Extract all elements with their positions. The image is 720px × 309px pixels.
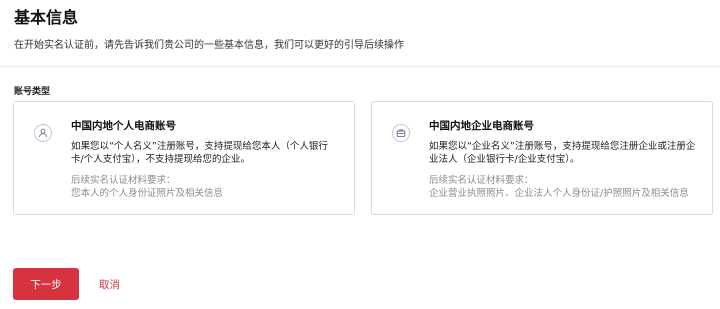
requirements-text: 您本人的个人身份证照片及相关信息 xyxy=(71,188,224,199)
account-type-label: 账号类型 xyxy=(14,87,51,97)
briefcase-icon xyxy=(392,124,410,142)
page-subtitle: 在开始实名认证前，请先告诉我们贵公司的一些基本信息，我们可以更好的引导后续操作 xyxy=(14,40,404,51)
requirements-text: 企业营业执照照片、企业法人个人身份证/护照照片及相关信息 xyxy=(429,188,689,199)
requirements-title: 后续实名认证材料要求： xyxy=(429,175,534,186)
personal-account-card[interactable]: 中国内地个人电商账号 如果您以“个人名义”注册账号，支持提现给您本人（个人银行卡… xyxy=(13,101,355,215)
card-description: 如果您以“个人名义”注册账号，支持提现给您本人（个人银行卡/个人支付宝），不支持… xyxy=(71,141,328,165)
page-title: 基本信息 xyxy=(14,8,79,27)
cancel-button[interactable]: 取消 xyxy=(99,268,139,300)
person-icon xyxy=(34,124,52,142)
card-description: 如果您以“企业名义”注册账号，支持提现给您注册企业或注册企业法人（企业银行卡/企… xyxy=(429,141,696,165)
header: 基本信息 在开始实名认证前，请先告诉我们贵公司的一些基本信息，我们可以更好的引导… xyxy=(14,8,706,53)
header-divider xyxy=(0,66,720,67)
next-step-button[interactable]: 下一步 xyxy=(13,268,79,300)
card-title: 中国内地企业电商账号 xyxy=(429,120,534,132)
card-title: 中国内地个人电商账号 xyxy=(71,120,176,132)
enterprise-account-card[interactable]: 中国内地企业电商账号 如果您以“企业名义”注册账号，支持提现给您注册企业或注册企… xyxy=(371,101,713,215)
requirements-title: 后续实名认证材料要求： xyxy=(71,175,176,186)
